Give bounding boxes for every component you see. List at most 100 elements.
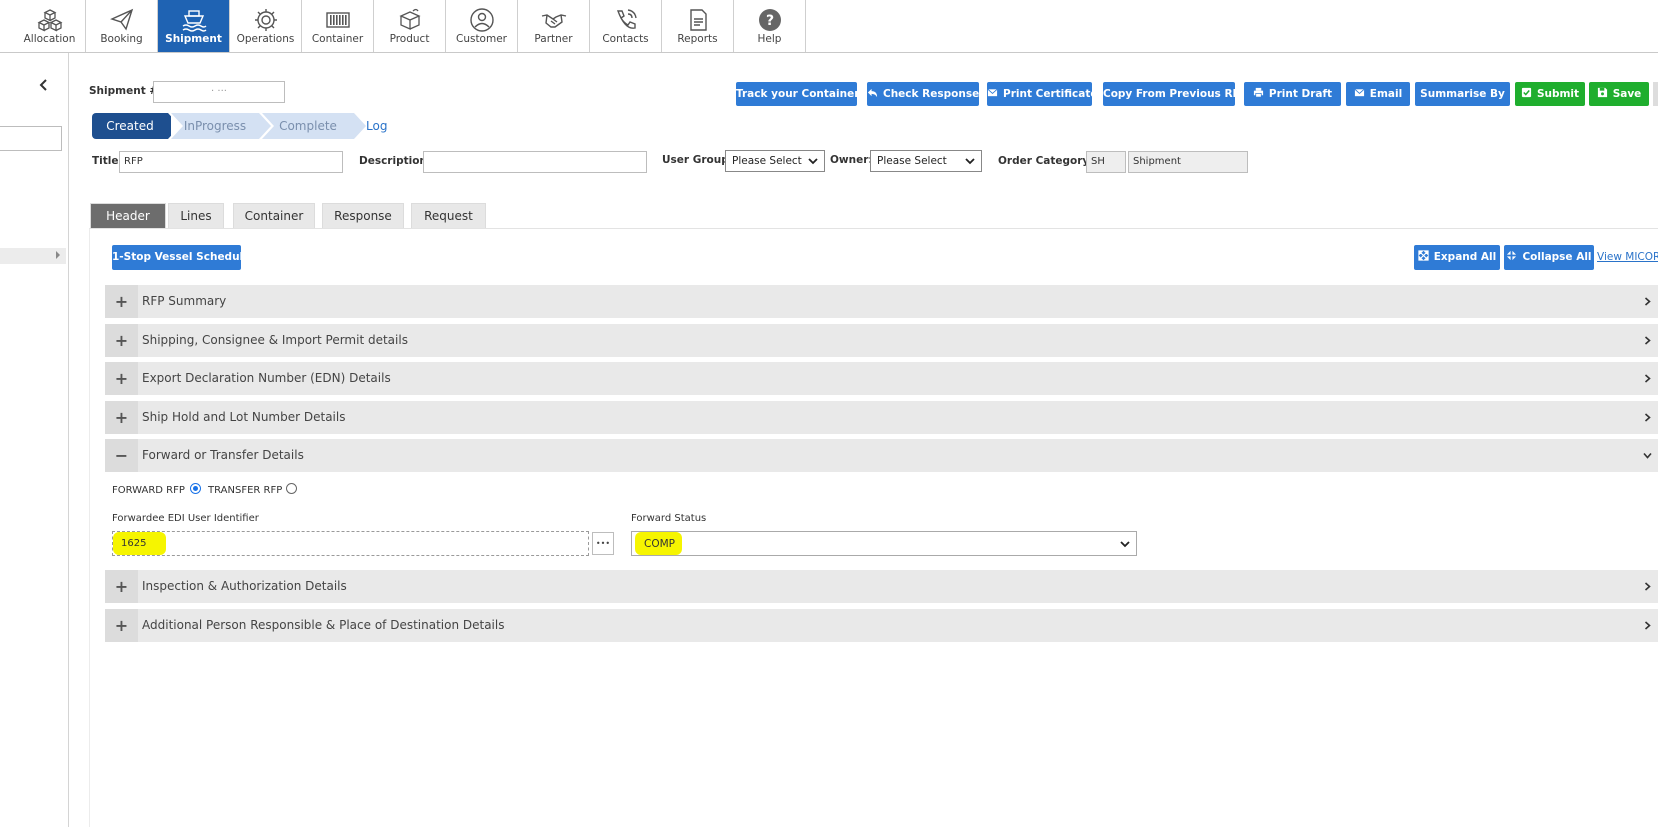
gear-icon: [254, 9, 277, 31]
nav-partner[interactable]: Partner: [518, 0, 590, 52]
email-button[interactable]: Email: [1346, 82, 1410, 106]
save-button[interactable]: Save: [1589, 82, 1649, 106]
title-input[interactable]: RFP: [119, 151, 343, 173]
vessel-schedule-button[interactable]: 1-Stop Vessel Schedule: [112, 245, 250, 270]
step-label: Complete: [279, 119, 337, 133]
tab-header[interactable]: Header: [90, 203, 166, 228]
track-container-button[interactable]: Track your Container: [736, 82, 860, 106]
expand-all-button[interactable]: Expand All: [1414, 245, 1500, 270]
nav-booking[interactable]: Booking: [86, 0, 158, 52]
nav-allocation[interactable]: Allocation: [14, 0, 86, 52]
view-micor-link[interactable]: View MICOR: [1597, 251, 1658, 263]
forward-status-select[interactable]: COMP: [631, 531, 1137, 556]
toolbar-overflow-edge: [1653, 82, 1658, 106]
button-label: Expand All: [1433, 251, 1497, 263]
button-label: Check Response: [883, 88, 980, 100]
plus-icon: +: [105, 362, 138, 395]
print-draft-button[interactable]: Print Draft: [1244, 82, 1341, 106]
nav-product[interactable]: Product: [374, 0, 446, 52]
transfer-rfp-radio[interactable]: [286, 483, 297, 494]
chevron-left-icon[interactable]: [36, 77, 52, 93]
nav-label: Shipment: [165, 33, 222, 45]
submit-button[interactable]: Submit: [1515, 82, 1585, 106]
button-label: Print Certificate: [1003, 88, 1098, 100]
collapse-icon: [1507, 250, 1517, 261]
tab-lines[interactable]: Lines: [168, 203, 224, 228]
summarise-by-button[interactable]: Summarise By: [1415, 82, 1510, 106]
product-box-icon: [398, 8, 421, 31]
section-title: Inspection & Authorization Details: [142, 579, 347, 593]
forward-status-label: Forward Status: [631, 513, 707, 524]
minus-icon: −: [105, 439, 138, 472]
section-rfp-summary[interactable]: + RFP Summary: [105, 285, 1658, 318]
owner-label: Owner:: [830, 154, 873, 166]
section-ship-hold[interactable]: + Ship Hold and Lot Number Details: [105, 401, 1658, 434]
nav-label: Partner: [534, 33, 573, 45]
nav-help[interactable]: ? Help: [734, 0, 806, 52]
edi-identifier-input[interactable]: 1625: [112, 531, 589, 556]
report-icon: [689, 9, 707, 31]
nav-label: Booking: [100, 33, 143, 45]
check-square-icon: [1521, 87, 1532, 98]
svg-text:?: ?: [765, 13, 773, 29]
order-category-name: Shipment: [1128, 151, 1248, 173]
floppy-disk-icon: [1597, 87, 1607, 98]
forward-rfp-radio[interactable]: [190, 483, 201, 494]
step-complete[interactable]: Complete: [262, 113, 366, 139]
step-log-link[interactable]: Log: [366, 113, 387, 139]
transfer-rfp-label: TRANSFER RFP: [208, 485, 283, 496]
tab-request[interactable]: Request: [411, 203, 486, 228]
handshake-icon: [541, 14, 566, 28]
sidebar-tree-item[interactable]: [0, 248, 66, 264]
section-additional-person[interactable]: + Additional Person Responsible & Place …: [105, 609, 1658, 642]
owner-select[interactable]: Please Select: [870, 150, 982, 172]
copy-previous-rfp-button[interactable]: Copy From Previous RFP: [1103, 82, 1247, 106]
chevron-right-icon: [1644, 621, 1651, 630]
collapse-all-button[interactable]: Collapse All: [1504, 245, 1594, 270]
section-title: Ship Hold and Lot Number Details: [142, 410, 346, 424]
tab-container[interactable]: Container: [233, 203, 315, 228]
section-title: Additional Person Responsible & Place of…: [142, 618, 505, 632]
plus-icon: +: [105, 401, 138, 434]
section-title: RFP Summary: [142, 294, 227, 308]
chevron-right-icon: [1644, 336, 1651, 345]
nav-contacts[interactable]: Contacts: [590, 0, 662, 52]
nav-shipment[interactable]: Shipment: [158, 0, 230, 52]
nav-reports[interactable]: Reports: [662, 0, 734, 52]
check-response-button[interactable]: Check Response: [867, 82, 979, 106]
forward-status-value: COMP: [644, 538, 675, 550]
nav-label: Reports: [677, 33, 718, 45]
button-label: Print Draft: [1268, 88, 1333, 100]
section-forward-transfer[interactable]: − Forward or Transfer Details: [105, 439, 1658, 472]
section-export-declaration[interactable]: + Export Declaration Number (EDN) Detail…: [105, 362, 1658, 395]
shipment-number-input[interactable]: · ···: [153, 81, 285, 103]
step-created[interactable]: Created: [92, 113, 180, 139]
nav-customer[interactable]: Customer: [446, 0, 518, 52]
tab-response[interactable]: Response: [322, 203, 404, 228]
section-inspection-authorization[interactable]: + Inspection & Authorization Details: [105, 570, 1658, 603]
nav-label: Contacts: [602, 33, 649, 45]
chevron-right-icon: [1644, 582, 1651, 591]
chevron-right-icon: [1644, 413, 1651, 422]
help-icon: ?: [758, 9, 781, 31]
sidebar-search-input[interactable]: [0, 126, 62, 151]
nav-operations[interactable]: Operations: [230, 0, 302, 52]
forward-rfp-label: FORWARD RFP: [112, 485, 185, 496]
expand-icon: [1418, 250, 1429, 261]
button-label: Collapse All: [1522, 251, 1592, 263]
nav-label: Container: [311, 33, 364, 45]
nav-label: Allocation: [23, 33, 76, 45]
user-group-select[interactable]: Please Select: [725, 150, 825, 172]
envelope-icon: [1354, 88, 1365, 97]
nav-container[interactable]: Container: [302, 0, 374, 52]
print-certificate-button[interactable]: Print Certificate: [987, 82, 1097, 106]
top-navigation: Allocation Booking Shipment Operations C…: [0, 0, 1658, 53]
section-shipping-consignee[interactable]: + Shipping, Consignee & Import Permit de…: [105, 324, 1658, 357]
nav-label: Help: [757, 33, 782, 45]
button-label: Track your Container: [736, 88, 860, 100]
description-input[interactable]: [423, 151, 647, 173]
plus-icon: +: [105, 285, 138, 318]
edi-lookup-button[interactable]: •••: [592, 532, 614, 555]
chevron-down-icon: [1643, 452, 1652, 459]
step-inprogress[interactable]: InProgress: [171, 113, 271, 139]
